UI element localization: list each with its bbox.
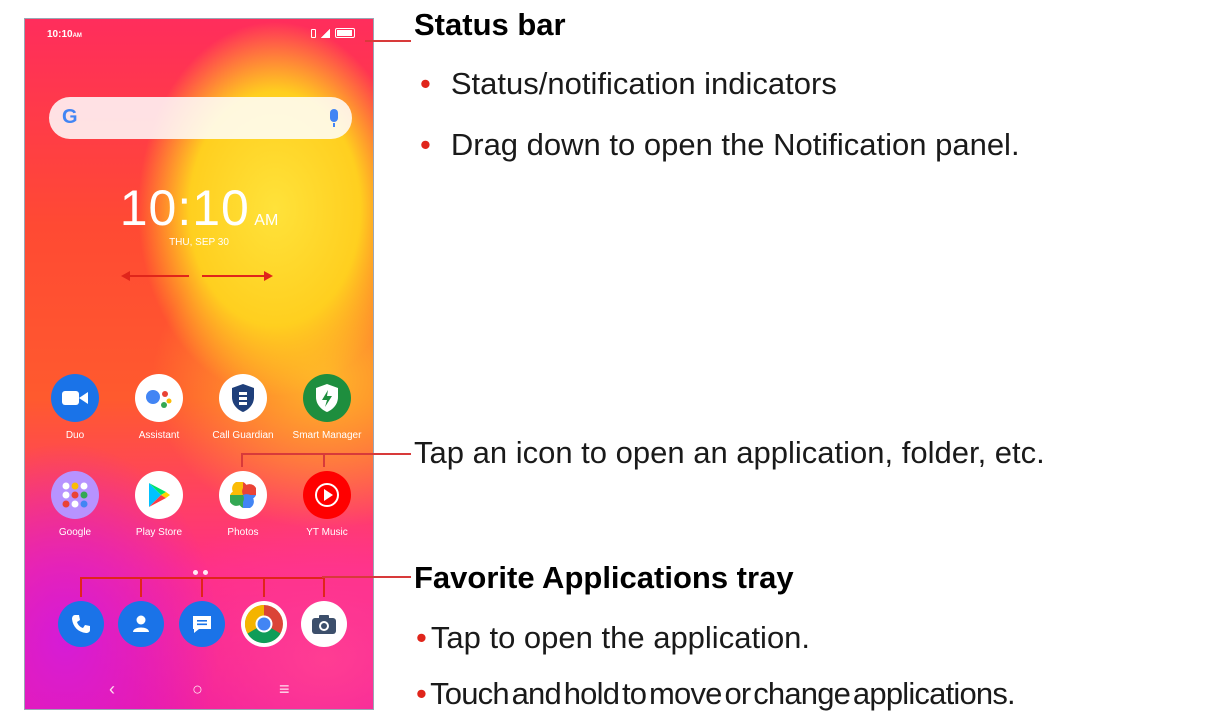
tap-icon-annotation: Tap an icon to open an application, fold…: [414, 435, 1045, 470]
status-bar-icons: [311, 28, 355, 38]
sim-icon: [311, 28, 316, 38]
app-photos[interactable]: Photos: [201, 471, 285, 538]
google-assistant-icon: [135, 374, 183, 422]
nav-recents-button[interactable]: ≡: [279, 679, 290, 700]
chrome-icon: [241, 601, 287, 647]
app-play-store[interactable]: Play Store: [117, 471, 201, 538]
phone-icon: [58, 601, 104, 647]
google-folder-icon: [51, 471, 99, 519]
status-bar-bullet: • Status/notification indicators: [420, 66, 837, 101]
status-bar-time: 10:10AM: [47, 29, 82, 40]
swipe-left-arrow: [123, 275, 189, 277]
tray-callout-connector: [322, 576, 411, 578]
messages-icon: [179, 601, 225, 647]
play-store-icon: [135, 471, 183, 519]
battery-icon: [335, 28, 355, 38]
tap-icon-callout-line: [241, 453, 411, 455]
google-logo-icon: G: [62, 106, 78, 128]
dock-camera[interactable]: [282, 601, 366, 647]
photos-pinwheel-icon: [219, 471, 267, 519]
tray-tick: [140, 577, 142, 597]
nav-back-button[interactable]: ‹: [109, 679, 115, 700]
app-google-folder[interactable]: Google: [33, 471, 117, 538]
arrow-left-head-icon: [121, 271, 130, 281]
contacts-icon: [118, 601, 164, 647]
duo-video-icon: [51, 374, 99, 422]
signal-icon: [321, 28, 330, 38]
page-indicator: [193, 570, 208, 575]
tap-icon-callout-tick: [323, 453, 325, 467]
nav-home-button[interactable]: ○: [192, 679, 203, 700]
tap-icon-callout-tick: [241, 453, 243, 467]
camera-icon: [301, 601, 347, 647]
google-search-bar[interactable]: G: [49, 97, 352, 139]
swipe-right-arrow: [202, 275, 268, 277]
phone-screen: 10:10AM G 10:10 AM THU, SEP 30 Duo Assis…: [24, 18, 374, 710]
tray-bullet: • Touch and hold to move or change applic…: [416, 676, 1016, 711]
smart-manager-shield-icon: [303, 374, 351, 422]
microphone-icon[interactable]: [330, 109, 338, 127]
app-smart-manager[interactable]: Smart Manager: [285, 374, 369, 441]
call-guardian-shield-icon: [219, 374, 267, 422]
status-bar-bullet: • Drag down to open the Notification pane…: [420, 127, 1020, 162]
tray-heading: Favorite Applications tray: [414, 560, 794, 595]
status-bar-callout-line: [365, 40, 411, 42]
tray-tick: [323, 577, 325, 597]
tray-tick: [201, 577, 203, 597]
arrow-right-head-icon: [264, 271, 273, 281]
tray-tick: [263, 577, 265, 597]
yt-music-icon: [303, 471, 351, 519]
app-yt-music[interactable]: YT Music: [285, 471, 369, 538]
status-bar-heading: Status bar: [414, 7, 566, 42]
tray-tick: [80, 577, 82, 597]
app-duo[interactable]: Duo: [33, 374, 117, 441]
tray-bullet: • Tap to open the application.: [416, 620, 811, 655]
clock-widget[interactable]: 10:10 AM: [25, 179, 373, 237]
app-call-guardian[interactable]: Call Guardian: [201, 374, 285, 441]
date-label: THU, SEP 30: [169, 237, 229, 248]
app-assistant[interactable]: Assistant: [117, 374, 201, 441]
